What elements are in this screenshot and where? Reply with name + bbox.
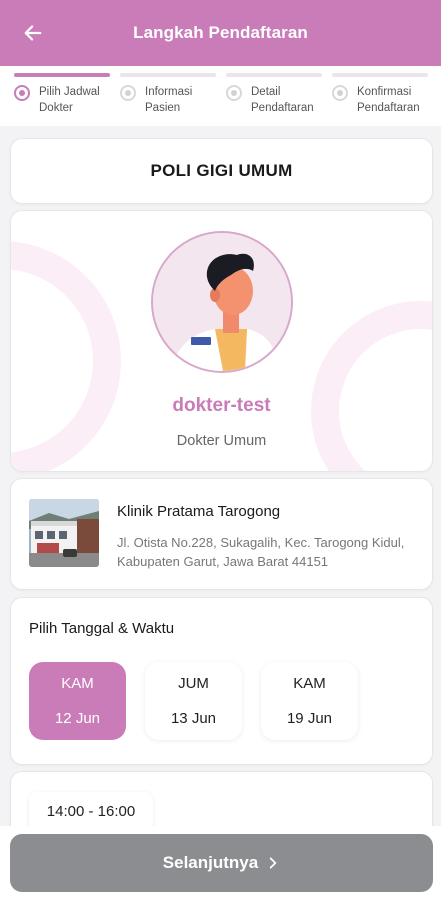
app-header: Langkah Pendaftaran — [0, 0, 441, 66]
poli-card: POLI GIGI UMUM — [10, 138, 433, 204]
doctor-avatar-icon — [153, 233, 291, 371]
date-option[interactable]: KAM 19 Jun — [261, 662, 358, 740]
poli-title: POLI GIGI UMUM — [150, 161, 293, 180]
bottom-action-bar: Selanjutnya — [0, 826, 441, 900]
doctor-name: dokter-test — [172, 395, 271, 416]
back-button[interactable] — [16, 16, 50, 50]
step-progress-bar — [332, 73, 428, 77]
arrow-left-icon — [24, 25, 42, 41]
date-value: 13 Jun — [170, 710, 217, 727]
step-radio-icon — [14, 85, 30, 101]
date-value: 12 Jun — [54, 710, 101, 727]
step-radio-icon — [120, 85, 136, 101]
date-option[interactable]: JUM 13 Jun — [145, 662, 242, 740]
step-progress-bar — [14, 73, 110, 77]
date-time-card: Pilih Tanggal & Waktu KAM 12 Jun JUM 13 … — [10, 597, 433, 765]
clinic-address: Jl. Otista No.228, Sukagalih, Kec. Tarog… — [117, 535, 405, 569]
time-slot[interactable]: 14:00 - 16:00 — [29, 792, 153, 830]
step-informasi-pasien[interactable]: Informasi Pasien — [118, 66, 218, 126]
step-progress-bar — [226, 73, 322, 77]
date-day: KAM — [293, 675, 326, 692]
doctor-specialty: Dokter Umum — [176, 433, 267, 449]
date-value: 19 Jun — [286, 710, 333, 727]
step-label: Detail Pendaftaran — [251, 86, 314, 114]
step-pilih-jadwal[interactable]: Pilih Jadwal Dokter — [12, 66, 112, 126]
chevron-right-icon — [269, 857, 277, 869]
step-label: Konfirmasi Pendaftaran — [357, 86, 420, 114]
date-time-heading: Pilih Tanggal & Waktu — [29, 620, 175, 637]
step-radio-icon — [332, 85, 348, 101]
step-label: Pilih Jadwal Dokter — [39, 86, 100, 114]
registration-stepper: Pilih Jadwal Dokter Informasi Pasien Det… — [0, 66, 441, 126]
doctor-card: dokter-test Dokter Umum — [10, 210, 433, 472]
clinic-building-image — [29, 499, 99, 567]
page-title: Langkah Pendaftaran — [133, 23, 308, 42]
clinic-card[interactable]: Klinik Pratama Tarogong Jl. Otista No.22… — [10, 478, 433, 590]
doctor-avatar — [151, 231, 293, 373]
clinic-name: Klinik Pratama Tarogong — [117, 503, 281, 520]
date-option[interactable]: KAM 12 Jun — [29, 662, 126, 740]
step-label: Informasi Pasien — [145, 86, 193, 114]
date-day: KAM — [61, 675, 94, 692]
step-progress-bar — [120, 73, 216, 77]
step-detail-pendaftaran[interactable]: Detail Pendaftaran — [224, 66, 324, 126]
step-radio-icon — [226, 85, 242, 101]
date-day: JUM — [178, 675, 209, 692]
next-button[interactable]: Selanjutnya — [10, 834, 433, 892]
next-button-label: Selanjutnya — [162, 853, 259, 872]
clinic-photo — [29, 499, 99, 567]
step-konfirmasi-pendaftaran[interactable]: Konfirmasi Pendaftaran — [330, 66, 430, 126]
